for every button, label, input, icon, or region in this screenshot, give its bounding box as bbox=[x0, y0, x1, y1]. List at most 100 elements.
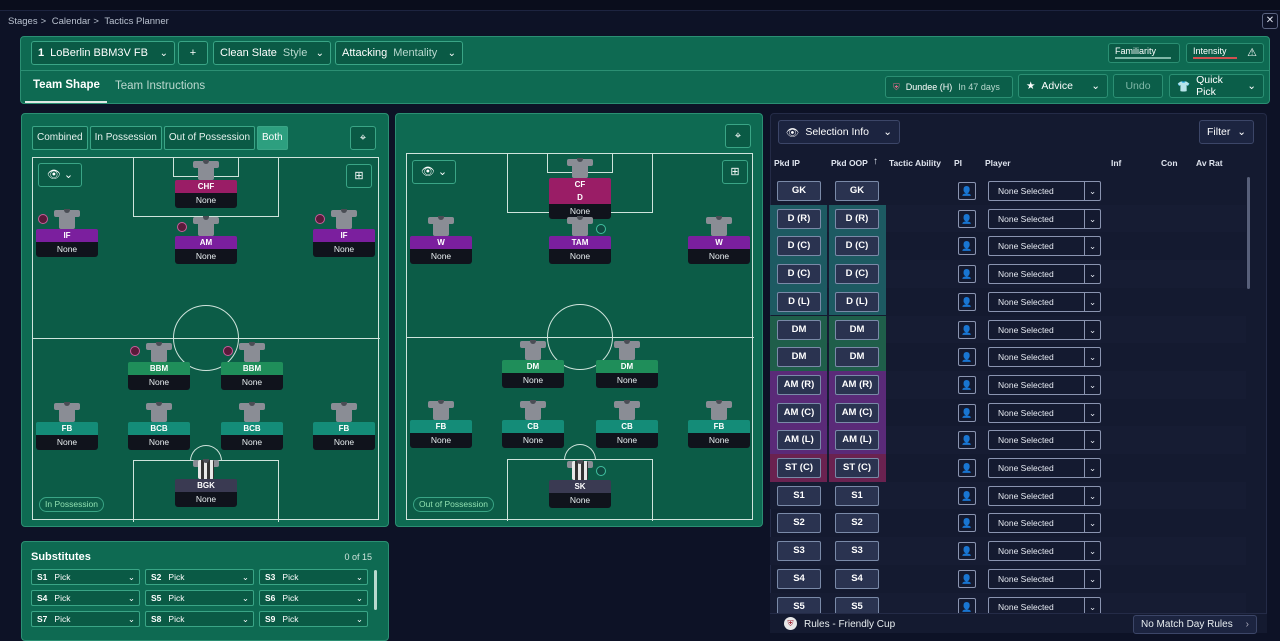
pitch-settings-icon[interactable]: ⌖ bbox=[725, 124, 751, 148]
player-select[interactable]: None Selected ⌄ bbox=[988, 291, 1101, 312]
selection-row[interactable]: AM (L) AM (L) 👤 None Selected ⌄ bbox=[770, 426, 1246, 454]
selection-info-button[interactable]: 👁 Selection Info ⌄ bbox=[778, 120, 900, 144]
formation-tools-icon[interactable]: ⊞ bbox=[346, 164, 372, 188]
picked-oop-position[interactable]: D (L) bbox=[835, 291, 879, 312]
person-icon[interactable]: 👤 bbox=[958, 459, 976, 477]
picked-ip-position[interactable]: S3 bbox=[777, 541, 821, 562]
person-icon[interactable]: 👤 bbox=[958, 542, 976, 561]
picked-oop-position[interactable]: D (C) bbox=[835, 264, 879, 285]
player-token[interactable]: CHF None bbox=[175, 158, 237, 208]
advice-button[interactable]: ★ Advice ⌄ bbox=[1018, 74, 1108, 98]
picked-oop-position[interactable]: ST (C) bbox=[835, 458, 879, 478]
picked-oop-position[interactable]: DM bbox=[835, 319, 879, 340]
picked-oop-position[interactable]: S1 bbox=[835, 485, 879, 506]
person-icon[interactable]: 👤 bbox=[958, 320, 976, 339]
filter-button[interactable]: Filter ⌄ bbox=[1199, 120, 1254, 144]
picked-ip-position[interactable]: ST (C) bbox=[777, 458, 821, 478]
familiarity-meter[interactable]: Familiarity bbox=[1108, 43, 1180, 63]
player-select[interactable]: None Selected ⌄ bbox=[988, 513, 1101, 534]
picked-ip-position[interactable]: DM bbox=[777, 319, 821, 340]
player-select[interactable]: None Selected ⌄ bbox=[988, 236, 1101, 257]
player-token[interactable]: AM None bbox=[175, 214, 237, 264]
picked-ip-position[interactable]: S2 bbox=[777, 513, 821, 534]
substitute-select[interactable]: S6 Pick ⌄ bbox=[259, 590, 368, 606]
player-token[interactable]: CF D None bbox=[549, 156, 611, 219]
picked-ip-position[interactable]: AM (L) bbox=[777, 430, 821, 451]
player-token[interactable]: TAM None bbox=[549, 214, 611, 264]
selection-row[interactable]: ST (C) ST (C) 👤 None Selected ⌄ bbox=[770, 454, 1246, 482]
picked-ip-position[interactable]: D (L) bbox=[777, 291, 821, 312]
player-token[interactable]: DM None bbox=[502, 338, 564, 388]
tab-team-instructions[interactable]: Team Instructions bbox=[115, 80, 205, 92]
picked-oop-position[interactable]: D (C) bbox=[835, 236, 879, 257]
player-token[interactable]: CB None bbox=[596, 398, 658, 448]
breadcrumb-calendar[interactable]: Calendar bbox=[52, 16, 91, 27]
player-select[interactable]: None Selected ⌄ bbox=[988, 264, 1101, 285]
mode-both[interactable]: Both bbox=[257, 126, 288, 150]
mode-in-possession[interactable]: In Possession bbox=[89, 126, 162, 150]
player-token[interactable]: W None bbox=[688, 214, 750, 264]
player-token[interactable]: FB None bbox=[410, 398, 472, 448]
col-tactic-ability[interactable]: Tactic Ability bbox=[889, 158, 941, 168]
player-select[interactable]: None Selected ⌄ bbox=[988, 541, 1101, 562]
picked-oop-position[interactable]: D (R) bbox=[835, 208, 879, 229]
substitute-select[interactable]: S5 Pick ⌄ bbox=[145, 590, 254, 606]
pitch-settings-icon[interactable]: ⌖ bbox=[350, 126, 376, 150]
picked-oop-position[interactable]: AM (R) bbox=[835, 374, 879, 395]
selection-row[interactable]: D (C) D (C) 👤 None Selected ⌄ bbox=[770, 232, 1246, 261]
person-icon[interactable]: 👤 bbox=[958, 431, 976, 450]
col-con[interactable]: Con bbox=[1161, 158, 1178, 168]
player-select[interactable]: None Selected ⌄ bbox=[988, 374, 1101, 395]
selection-row[interactable]: S1 S1 👤 None Selected ⌄ bbox=[770, 481, 1246, 510]
mode-combined[interactable]: Combined bbox=[32, 126, 88, 150]
player-select[interactable]: None Selected ⌄ bbox=[988, 402, 1101, 423]
picked-ip-position[interactable]: D (C) bbox=[777, 236, 821, 257]
substitute-select[interactable]: S1 Pick ⌄ bbox=[31, 569, 140, 585]
player-token[interactable]: W None bbox=[410, 214, 472, 264]
substitutes-scrollbar[interactable] bbox=[374, 570, 377, 610]
tactic-select[interactable]: 1 LoBerlin BBM3V FB ⌄ bbox=[31, 41, 175, 65]
match-day-rules-button[interactable]: No Match Day Rules › bbox=[1133, 615, 1257, 634]
player-token[interactable]: BGK None bbox=[175, 457, 237, 507]
person-icon[interactable]: 👤 bbox=[958, 569, 976, 588]
col-inf[interactable]: Inf bbox=[1111, 158, 1121, 168]
person-icon[interactable]: 👤 bbox=[958, 292, 976, 311]
visibility-toggle[interactable]: 👁 ⌄ bbox=[38, 163, 82, 187]
person-icon[interactable]: 👤 bbox=[958, 403, 976, 422]
player-token[interactable]: BCB None bbox=[221, 400, 283, 450]
selection-row[interactable]: DM DM 👤 None Selected ⌄ bbox=[770, 315, 1246, 344]
picked-oop-position[interactable]: DM bbox=[835, 347, 879, 368]
picked-ip-position[interactable]: GK bbox=[777, 181, 821, 201]
player-token[interactable]: DM None bbox=[596, 338, 658, 388]
selection-scrollbar[interactable] bbox=[1247, 177, 1250, 289]
player-token[interactable]: CB None bbox=[502, 398, 564, 448]
selection-row[interactable]: AM (R) AM (R) 👤 None Selected ⌄ bbox=[770, 370, 1246, 399]
person-icon[interactable]: 👤 bbox=[958, 375, 976, 394]
selection-row[interactable]: AM (C) AM (C) 👤 None Selected ⌄ bbox=[770, 398, 1246, 427]
substitute-select[interactable]: S3 Pick ⌄ bbox=[259, 569, 368, 585]
substitute-select[interactable]: S8 Pick ⌄ bbox=[145, 611, 254, 627]
picked-ip-position[interactable]: AM (C) bbox=[777, 402, 821, 423]
picked-oop-position[interactable]: GK bbox=[835, 181, 879, 201]
selection-row[interactable]: S2 S2 👤 None Selected ⌄ bbox=[770, 509, 1246, 537]
style-select[interactable]: Clean Slate Style ⌄ bbox=[213, 41, 331, 65]
player-token[interactable]: FB None bbox=[688, 398, 750, 448]
breadcrumb-stages[interactable]: Stages bbox=[8, 16, 38, 27]
mentality-select[interactable]: Attacking Mentality ⌄ bbox=[335, 41, 463, 65]
picked-ip-position[interactable]: S4 bbox=[777, 568, 821, 589]
picked-ip-position[interactable]: S1 bbox=[777, 485, 821, 506]
picked-oop-position[interactable]: S2 bbox=[835, 513, 879, 534]
undo-button[interactable]: Undo bbox=[1113, 74, 1163, 98]
player-select[interactable]: None Selected ⌄ bbox=[988, 458, 1101, 478]
picked-oop-position[interactable]: S4 bbox=[835, 568, 879, 589]
next-match-info[interactable]: ⛨ Dundee (H) In 47 days bbox=[885, 76, 1013, 98]
picked-ip-position[interactable]: AM (R) bbox=[777, 374, 821, 395]
visibility-toggle[interactable]: 👁 ⌄ bbox=[412, 160, 456, 184]
picked-oop-position[interactable]: AM (L) bbox=[835, 430, 879, 451]
intensity-meter[interactable]: Intensity ⚠ bbox=[1186, 43, 1264, 63]
selection-row[interactable]: GK GK 👤 None Selected ⌄ bbox=[770, 177, 1246, 205]
player-select[interactable]: None Selected ⌄ bbox=[988, 319, 1101, 340]
add-tactic-button[interactable]: + bbox=[178, 41, 208, 65]
player-token[interactable]: FB None bbox=[313, 400, 375, 450]
tab-team-shape[interactable]: Team Shape bbox=[33, 79, 100, 91]
